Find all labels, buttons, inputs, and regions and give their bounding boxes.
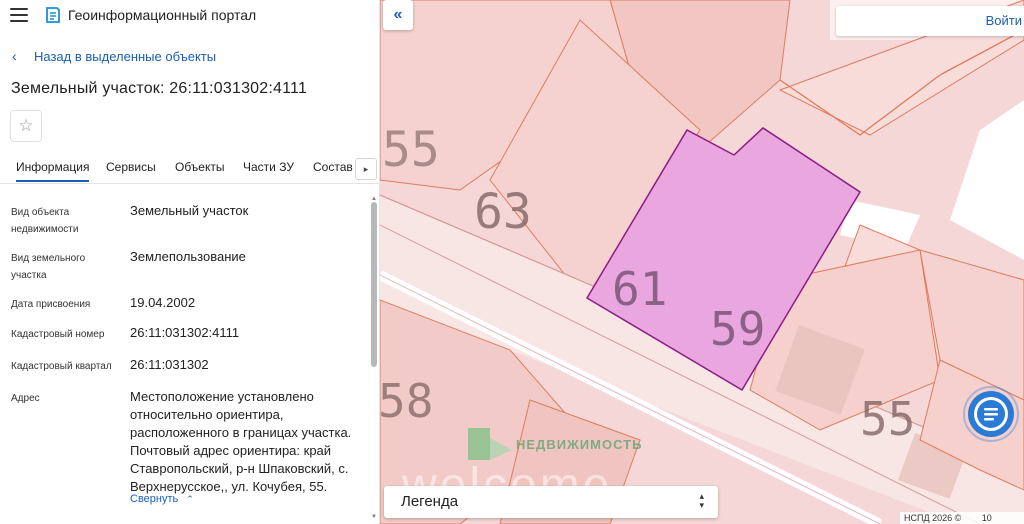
info-panel: Геоинформационный портал ‹ Назад в выдел… [0, 0, 380, 524]
copyright-bar: НСПД 2026 © 10 [900, 512, 1024, 524]
app-title: Геоинформационный портал [68, 7, 257, 23]
property-label: Адрес [11, 393, 40, 404]
tab-objects[interactable]: Объекты [175, 160, 225, 174]
updown-chevron-icon: ▴ ▾ [699, 491, 704, 510]
legend-label: Легенда [401, 493, 459, 510]
property-value: Землепользование [130, 249, 246, 264]
parcel-number: 58 [380, 374, 434, 428]
menu-icon[interactable] [10, 8, 28, 22]
property-value: 26:11:031302 [130, 357, 209, 372]
tab-parts[interactable]: Части ЗУ [243, 160, 294, 174]
realty-logo-icon [468, 428, 512, 460]
property-label: Вид земельного участка [11, 253, 86, 281]
star-icon: ☆ [18, 116, 34, 135]
parcel-number: 59 [710, 302, 766, 356]
back-to-selection-link[interactable]: ‹ Назад в выделенные объекты [12, 48, 216, 64]
scroll-down-icon[interactable]: ▼ [371, 514, 377, 520]
property-label: Дата присвоения [11, 299, 91, 310]
watermark: НЕДВИЖИМОСТЬ [468, 428, 642, 460]
chevron-right-icon: ▸ [363, 163, 369, 174]
parcel-number: 61 [612, 262, 668, 316]
collapse-label: Свернуть [130, 493, 179, 505]
page-title: Земельный участок: 26:11:031302:4111 [11, 80, 308, 97]
parcel-number: 55 [860, 392, 916, 446]
scale-label: 10 [981, 513, 992, 523]
login-button[interactable]: Войти [836, 6, 1024, 36]
property-value: Земельный участок [130, 203, 249, 218]
collapse-panel-button[interactable]: « [383, 0, 413, 30]
property-label: Кадастровый квартал [11, 361, 112, 372]
property-label: Вид объекта недвижимости [11, 207, 79, 235]
property-value: Местоположение установлено относительно … [130, 389, 352, 494]
tabs-scroll-right-button[interactable]: ▸ [355, 158, 377, 180]
chat-icon [963, 386, 1019, 442]
back-link-label: Назад в выделенные объекты [34, 48, 217, 64]
chevron-up-icon: ⌃ [186, 494, 194, 504]
watermark-text: НЕДВИЖИМОСТЬ [516, 436, 643, 452]
tab-services[interactable]: Сервисы [106, 160, 156, 174]
chat-button[interactable] [961, 384, 1021, 444]
chevron-left-icon: ‹ [12, 48, 17, 64]
property-value: 19.04.2002 [130, 295, 196, 310]
tab-information[interactable]: Информация [16, 160, 90, 182]
top-bar: Геоинформационный портал [0, 0, 379, 32]
property-value: 26:11:031302:4111 [130, 325, 240, 340]
legend-dropdown[interactable]: Легенда ▴ ▾ [384, 486, 718, 518]
property-label: Кадастровый номер [11, 329, 105, 340]
collapse-address-link[interactable]: Свернуть ⌃ [130, 493, 194, 505]
tab-composition[interactable]: Состав [313, 160, 353, 174]
scroll-thumb[interactable] [371, 202, 377, 367]
parcel-number: 63 [474, 184, 532, 240]
parcel-number: 55 [382, 122, 440, 178]
tab-bar: Информация Сервисы Объекты Части ЗУ Сост… [0, 154, 379, 184]
copyright-text: НСПД 2026 © [904, 513, 962, 523]
double-chevron-left-icon: « [393, 6, 403, 23]
favorite-button[interactable]: ☆ [10, 110, 42, 142]
panel-scrollbar[interactable]: ▲ ▼ [370, 196, 378, 524]
portal-logo-icon [46, 7, 60, 23]
